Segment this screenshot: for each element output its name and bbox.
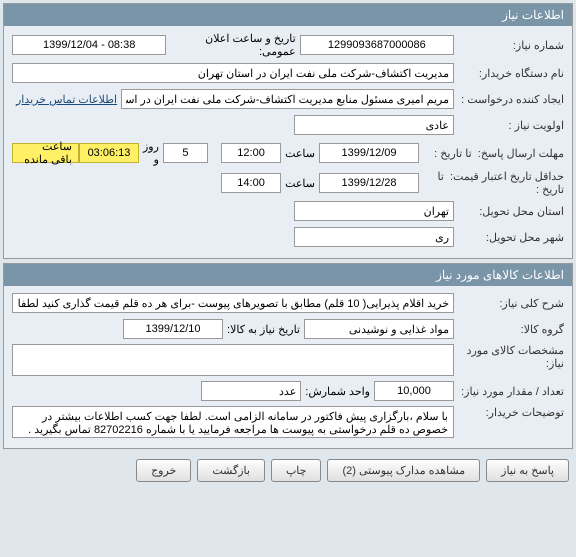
group-field[interactable] (304, 319, 454, 339)
buyer-contact-link[interactable]: اطلاعات تماس خریدار (12, 93, 121, 106)
need-no-field[interactable] (300, 35, 454, 55)
need-info-header: اطلاعات نیاز (4, 4, 572, 26)
need-desc-label: شرح کلی نیاز: (454, 297, 564, 310)
goods-info-header: اطلاعات کالاهای مورد نیاز (4, 264, 572, 286)
spec-field[interactable] (12, 344, 454, 376)
priority-label: اولویت نیاز : (454, 119, 564, 132)
remaining-label: ساعت باقی مانده (12, 143, 79, 163)
goods-info-panel: اطلاعات کالاهای مورد نیاز شرح کلی نیاز: … (3, 263, 573, 449)
spec-label: مشخصات کالای مورد نیاز: (454, 344, 564, 370)
buyer-org-label: نام دستگاه خریدار: (454, 67, 564, 80)
countdown-field (79, 143, 139, 163)
print-button[interactable]: چاپ (271, 459, 322, 482)
delivery-city-label: شهر محل تحویل: (454, 231, 564, 244)
days-remaining-field[interactable] (163, 143, 208, 163)
attachments-button[interactable]: مشاهده مدارک پیوستی (2) (327, 459, 480, 482)
need-no-label: شماره نیاز: (454, 39, 564, 52)
min-credit-label: حداقل تاریخ اعتبار قیمت: تا تاریخ : (419, 170, 564, 196)
group-label: گروه کالا: (454, 323, 564, 336)
deadline-label: مهلت ارسال پاسخ: تا تاریخ : (419, 147, 564, 160)
qty-field[interactable] (374, 381, 454, 401)
back-button[interactable]: بازگشت (197, 459, 265, 482)
need-info-body: شماره نیاز: تاریخ و ساعت اعلان عمومی: نا… (4, 26, 572, 258)
hour-label-1: ساعت (281, 147, 319, 160)
min-credit-date-field[interactable] (319, 173, 419, 193)
deadline-time-field[interactable] (221, 143, 281, 163)
reply-button[interactable]: پاسخ به نیاز (486, 459, 569, 482)
goods-info-body: شرح کلی نیاز: گروه کالا: تاریخ نیاز به ک… (4, 286, 572, 448)
need-info-panel: اطلاعات نیاز شماره نیاز: تاریخ و ساعت اع… (3, 3, 573, 259)
unit-label: واحد شمارش: (301, 385, 374, 398)
creator-field[interactable] (121, 89, 454, 109)
min-credit-time-field[interactable] (221, 173, 281, 193)
days-and-label: روز و (139, 140, 163, 166)
unit-field[interactable] (201, 381, 301, 401)
qty-label: تعداد / مقدار مورد نیاز: (454, 385, 564, 398)
announce-field[interactable] (12, 35, 166, 55)
exit-button[interactable]: خروج (136, 459, 191, 482)
hour-label-2: ساعت (281, 177, 319, 190)
need-desc-field[interactable] (12, 293, 454, 313)
button-bar: پاسخ به نیاز مشاهده مدارک پیوستی (2) چاپ… (3, 453, 573, 488)
announce-label: تاریخ و ساعت اعلان عمومی: (166, 32, 299, 58)
delivery-city-field[interactable] (294, 227, 454, 247)
buyer-org-field[interactable] (12, 63, 454, 83)
buyer-notes-label: توضیحات خریدار: (454, 406, 564, 419)
need-by-date-label: تاریخ نیاز به کالا: (223, 323, 304, 336)
priority-field[interactable] (294, 115, 454, 135)
buyer-notes-field[interactable] (12, 406, 454, 438)
delivery-province-label: استان محل تحویل: (454, 205, 564, 218)
need-by-date-field[interactable] (123, 319, 223, 339)
delivery-province-field[interactable] (294, 201, 454, 221)
creator-label: ایجاد کننده درخواست : (454, 93, 564, 106)
deadline-date-field[interactable] (319, 143, 419, 163)
